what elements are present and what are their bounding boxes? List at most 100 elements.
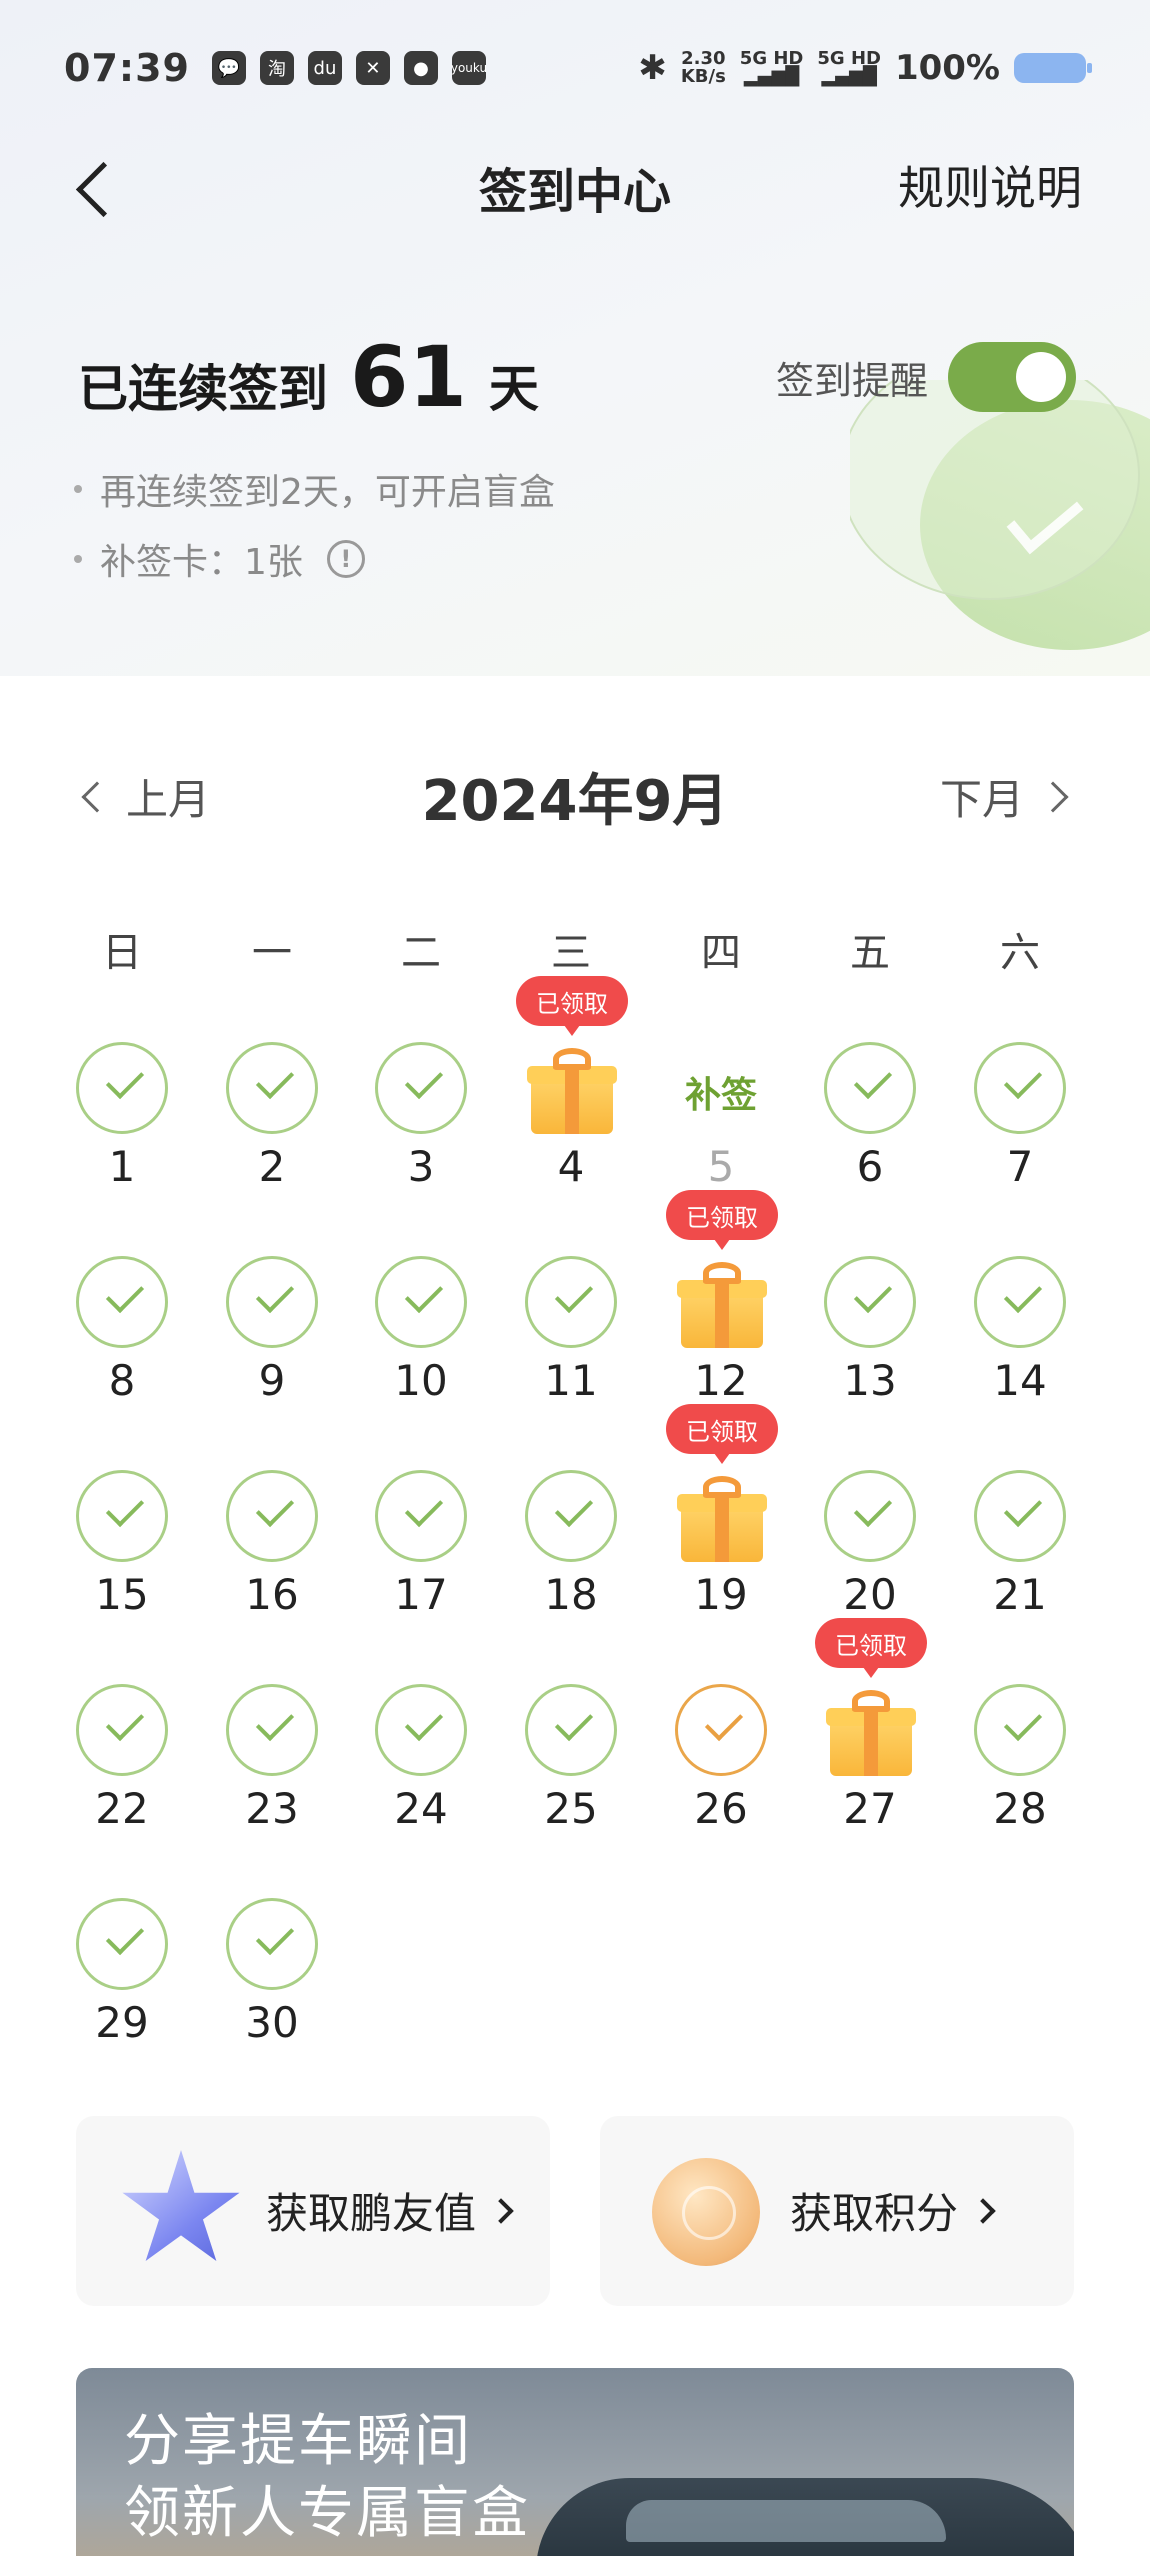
status-time: 07:39 [64,46,190,90]
card-label-text: 获取积分 [790,2189,959,2238]
checked-icon[interactable] [226,1470,318,1562]
day-number: 2 [258,1142,286,1191]
net-speed-unit: KB/s [680,66,726,87]
checked-icon[interactable] [525,1684,617,1776]
next-month-button[interactable]: 下月 [940,766,1069,827]
checked-icon[interactable] [974,1042,1066,1134]
claimed-badge: 已领取 [666,1404,778,1464]
checked-icon[interactable] [824,1256,916,1348]
weekday-header: 日 一 二 三 四 五 六 [0,920,1150,980]
banner-line-2: 领新人专属盲盒 [124,2481,530,2546]
info-icon[interactable]: ! [326,540,365,578]
checked-icon[interactable] [76,1256,168,1348]
day-number: 29 [95,1998,149,2047]
day-number: 17 [394,1570,448,1619]
day-number: 18 [544,1570,598,1619]
checked-icon[interactable] [974,1470,1066,1562]
note-makeup-card: 补签卡：1张! [74,534,555,584]
day-number: 11 [544,1356,598,1405]
checked-icon[interactable] [375,1470,467,1562]
day-cell: 1 [47,1042,197,1242]
weekday-sun: 日 [102,930,142,976]
note-makeup-card-text: 补签卡：1张 [100,542,303,583]
checked-icon[interactable] [375,1684,467,1776]
day-number: 26 [694,1784,748,1833]
wechat-icon: 💬 [211,51,246,85]
checked-icon[interactable] [375,1256,467,1348]
coin-icon [652,2158,760,2266]
day-number: 1 [108,1142,136,1191]
day-cell: 25 [496,1684,646,1884]
checked-icon[interactable] [76,1470,168,1562]
checked-icon[interactable] [76,1898,168,1990]
day-number: 12 [694,1356,748,1405]
checked-icon[interactable] [226,1898,318,1990]
makeup-sign-button[interactable]: 补签 [646,1066,796,1118]
gift-icon[interactable] [677,1262,767,1350]
day-cell: 2 [197,1042,347,1242]
claimed-badge: 已领取 [516,976,628,1036]
reminder-toggle[interactable] [948,342,1076,412]
streak-days: 61 [350,328,467,426]
today-check-icon[interactable] [675,1684,767,1776]
day-number: 22 [95,1784,149,1833]
checked-icon[interactable] [76,1042,168,1134]
day-cell: 8 [47,1256,197,1456]
checked-icon[interactable] [974,1256,1066,1348]
day-cell: 3 [346,1042,496,1242]
day-number: 4 [557,1142,585,1191]
day-cell: 24 [346,1684,496,1884]
checked-icon[interactable] [375,1042,467,1134]
checked-icon[interactable] [525,1470,617,1562]
checked-icon[interactable] [226,1042,318,1134]
get-points-friend-card[interactable]: 获取鹏友值 [76,2116,550,2306]
share-banner[interactable]: 分享提车瞬间 领新人专属盲盒 [76,2368,1074,2556]
day-number: 16 [245,1570,299,1619]
day-number: 25 [544,1784,598,1833]
gift-icon[interactable] [826,1690,916,1778]
day-cell: 已领取 19 [646,1404,796,1670]
top-nav: 签到中心 规则说明 [0,140,1150,240]
day-cell: 22 [47,1684,197,1884]
checked-icon[interactable] [824,1470,916,1562]
claimed-badge: 已领取 [815,1618,927,1678]
note-blind-box: 再连续签到2天，可开启盲盒 [74,464,555,514]
checked-icon[interactable] [226,1684,318,1776]
rules-button[interactable]: 规则说明 [898,152,1082,218]
weekday-wed: 三 [551,930,591,976]
net-speed: 2.30 KB/s [681,50,726,86]
gift-ribbon [565,1066,579,1134]
card-label: 获取积分 [790,2180,996,2241]
car-illustration [536,2478,1074,2556]
checked-icon[interactable] [824,1042,916,1134]
day-number: 21 [993,1570,1047,1619]
chevron-right-icon [1037,780,1069,813]
banner-line-1: 分享提车瞬间 [124,2409,472,2474]
checked-icon[interactable] [76,1684,168,1776]
status-right: ✱ 2.30 KB/s 5G HD ▂▄▆█ 5G HD ▂▄▆█ 100% [638,48,1092,88]
weekday-mon: 一 [252,930,292,976]
day-number: 23 [245,1784,299,1833]
day-cell: 18 [496,1470,646,1670]
checked-icon[interactable] [226,1256,318,1348]
streak-unit: 天 [488,360,539,418]
month-switcher: 上月 2024年9月 下月 [0,756,1150,836]
day-cell: 13 [795,1256,945,1456]
day-number: 3 [407,1142,435,1191]
gift-icon[interactable] [527,1048,617,1136]
checked-icon[interactable] [525,1256,617,1348]
day-number: 20 [843,1570,897,1619]
day-number: 19 [694,1570,748,1619]
day-cell: 已领取 27 [795,1618,945,1884]
gift-bow [553,1048,591,1070]
signal-1: 5G HD ▂▄▆█ [740,50,804,86]
checked-icon[interactable] [974,1684,1066,1776]
gift-icon[interactable] [677,1476,767,1564]
star-icon [122,2150,240,2262]
note-blind-box-text: 再连续签到2天，可开启盲盒 [100,472,555,513]
day-cell: 29 [47,1898,197,2098]
get-credits-card[interactable]: 获取积分 [600,2116,1074,2306]
gift-bow [703,1262,741,1284]
day-cell-today: 26 [646,1684,796,1884]
gift-ribbon [715,1280,729,1348]
